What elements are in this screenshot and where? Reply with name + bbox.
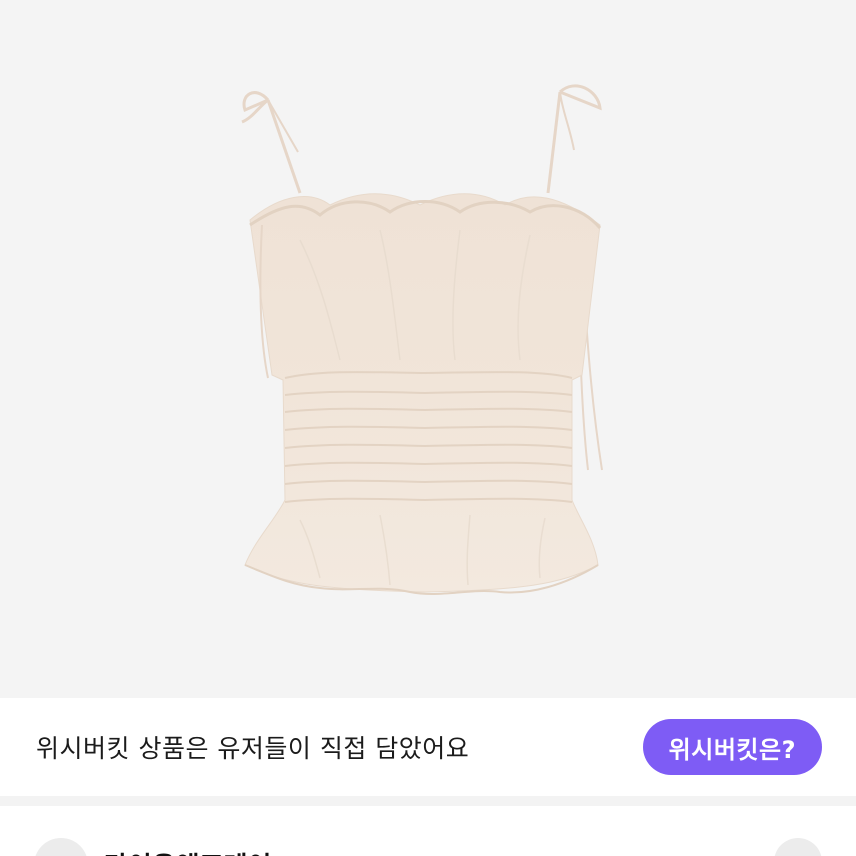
avatar[interactable]	[34, 838, 88, 856]
banner-text: 위시버킷 상품은 유저들이 직접 담았어요	[36, 734, 470, 763]
chevron-right-icon: ›	[300, 850, 309, 856]
about-wishbucket-button[interactable]: 위시버킷은?	[642, 719, 822, 775]
product-photo	[241, 84, 603, 595]
follow-button[interactable]	[774, 838, 822, 856]
product-image[interactable]	[0, 0, 856, 698]
seller-row[interactable]: 라이유앤프레이 ›	[0, 806, 856, 856]
seller-name[interactable]: 라이유앤프레이	[104, 846, 271, 856]
info-banner: 위시버킷 상품은 유저들이 직접 담았어요 위시버킷은?	[0, 698, 856, 796]
section-divider	[0, 796, 856, 806]
